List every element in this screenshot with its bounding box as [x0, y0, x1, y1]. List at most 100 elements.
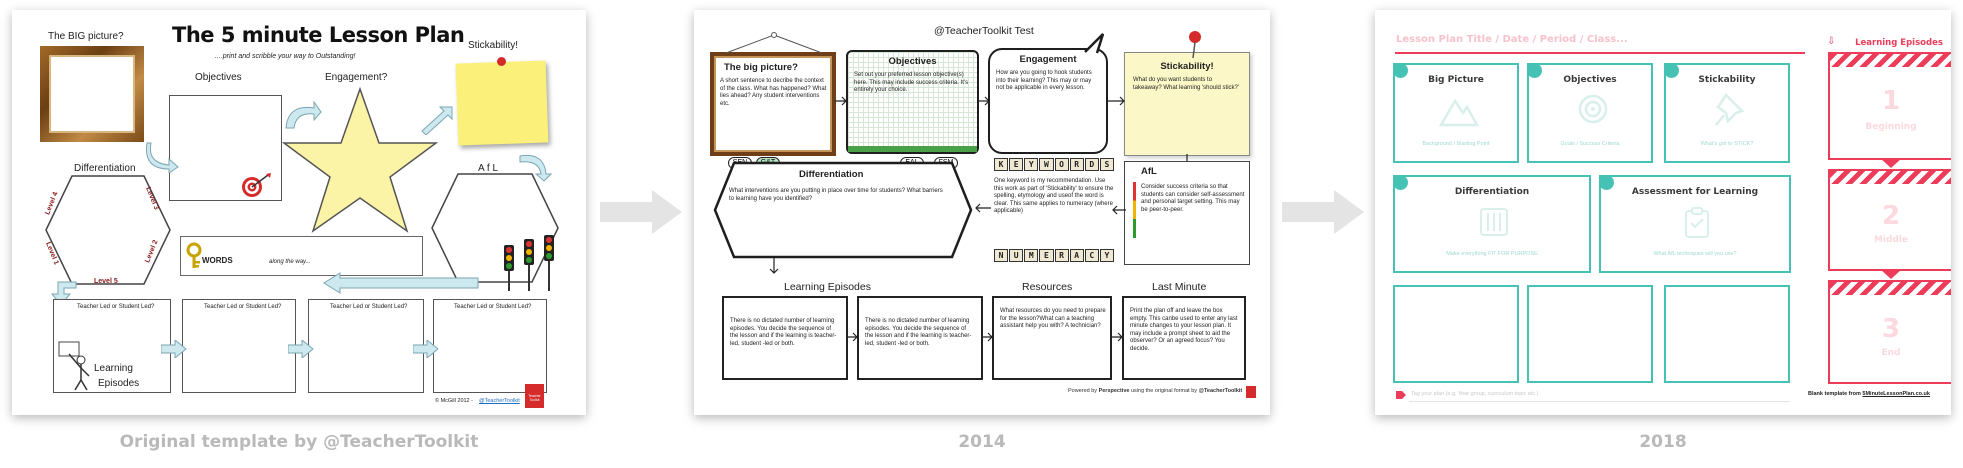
episode-label: Beginning: [1865, 122, 1917, 132]
card-title: Big Picture: [1428, 75, 1484, 85]
last-minute-text: Print the plan off and leave the box emp…: [1130, 308, 1238, 352]
flow-arrow-icon: [769, 258, 779, 274]
engagement-box[interactable]: Engagement How are you going to hook stu…: [988, 48, 1108, 154]
letter-tile: E: [1009, 158, 1024, 171]
objectives-card[interactable]: Objectives Goals / Success Criteria: [1527, 63, 1653, 163]
clipboard-icon: [1685, 207, 1709, 238]
teacher-toolkit-badge: [1246, 386, 1256, 398]
flow-arrow-icon: [323, 272, 479, 294]
original-template-panel[interactable]: The BIG picture? The 5 minute Lesson Pla…: [12, 10, 586, 415]
progression-arrow-icon: [600, 190, 682, 234]
footer-site[interactable]: 5MinuteLessonPlan.co.uk: [1862, 391, 1930, 397]
level-label: Level 5: [94, 278, 118, 285]
episode-box[interactable]: [182, 299, 296, 393]
down-arrow-icon: ⇩: [1827, 36, 1836, 47]
objectives-title: Objectives: [888, 56, 937, 67]
page-subtitle: ....print and scribble your way to Outst…: [215, 53, 356, 60]
blank-card[interactable]: [1664, 285, 1790, 383]
page-title: The 5 minute Lesson Plan: [172, 23, 465, 47]
pin-icon: [1715, 93, 1745, 126]
big-picture-frame: [40, 46, 144, 142]
caption-2018: 2018: [1639, 432, 1687, 452]
footer-link[interactable]: @TeacherToolkit: [479, 398, 520, 404]
striped-header: [1830, 171, 1951, 184]
letter-tile: D: [1084, 158, 1099, 171]
assessment-card[interactable]: Assessment for Learning What AfL techniq…: [1599, 175, 1791, 273]
caption-original: Original template by @TeacherToolkit: [119, 432, 479, 452]
objectives-box[interactable]: Objectives Set out your preferred lesson…: [846, 50, 979, 154]
resources-box[interactable]: What resources do you need to prepare fo…: [992, 296, 1112, 380]
episode-box[interactable]: [433, 299, 547, 393]
letter-tile: Y: [1099, 249, 1114, 262]
flow-arrow-icon: [1112, 205, 1126, 215]
objectives-text: Set out your preferred lesson objective(…: [854, 72, 969, 93]
afl-box[interactable]: AfL Consider success criteria so that st…: [1124, 161, 1250, 265]
episode-box[interactable]: There is no dictated number of learning …: [722, 296, 848, 380]
target-icon: [242, 173, 271, 197]
keywords-tiles: KEYWORDS: [994, 158, 1114, 171]
last-minute-title: Last Minute: [1152, 281, 1207, 293]
tag-field[interactable]: Tag your plan (e.g. Year group, curricul…: [1411, 391, 1538, 397]
episode-box[interactable]: [308, 299, 424, 393]
card-title: Assessment for Learning: [1631, 187, 1759, 197]
letter-tile: O: [1054, 158, 1069, 171]
lesson-title-field[interactable]: Lesson Plan Title / Date / Period / Clas…: [1396, 34, 1628, 45]
episode-prompt: Teacher Led or Student Led?: [454, 304, 532, 310]
flow-arrow-icon: [847, 332, 858, 342]
footer-credit: Blank template from 5MinuteLessonPlan.co…: [1808, 391, 1930, 397]
striped-header: [1830, 282, 1951, 295]
learning-episodes-label: Learning: [94, 363, 133, 374]
letter-tile: E: [1039, 249, 1054, 262]
footer-copyright: © McGill 2012 -: [435, 398, 473, 404]
learning-episodes-title: Learning Episodes: [784, 281, 871, 293]
hanging-wire-icon: [725, 32, 823, 54]
card-title: Objectives: [1563, 75, 1617, 85]
letter-tile: N: [994, 249, 1009, 262]
grass-strip: [848, 146, 977, 152]
footer-mid: using the original format by: [1131, 388, 1198, 394]
sliders-icon: [1480, 208, 1508, 236]
episode-card-beginning[interactable]: 1 Beginning: [1828, 52, 1951, 160]
tag-icon: [1396, 391, 1406, 399]
differentiation-text: What interventions are you putting in pl…: [729, 188, 943, 202]
teacher-toolkit-badge: Teacher Toolkit: [525, 384, 544, 408]
episode-card-end[interactable]: 3 End: [1828, 280, 1951, 384]
flow-arrow-icon: [421, 106, 453, 135]
flow-arrow-icon: [978, 96, 990, 106]
afl-text: Consider success criteria so that studen…: [1141, 184, 1245, 213]
striped-header: [1830, 54, 1951, 67]
template-2014-panel[interactable]: @TeacherToolkit Test The big picture? A …: [694, 10, 1270, 415]
target-icon: [1578, 94, 1608, 124]
episode-text: There is no dictated number of learning …: [865, 318, 972, 347]
episode-card-middle[interactable]: 2 Middle: [1828, 169, 1951, 271]
big-picture-label: The BIG picture?: [48, 31, 124, 42]
engagement-label: Engagement?: [325, 72, 388, 83]
flow-arrow-icon: [975, 203, 991, 213]
letter-tile: Y: [1024, 158, 1039, 171]
blank-card[interactable]: [1393, 285, 1519, 383]
differentiation-title: Differentiation: [799, 169, 864, 180]
last-minute-box[interactable]: Print the plan off and leave the box emp…: [1122, 296, 1246, 380]
engagement-title: Engagement: [1019, 54, 1077, 65]
stickability-box[interactable]: Stickability! What do you want students …: [1124, 52, 1250, 156]
differentiation-card[interactable]: Differentiation Make everything FIT FOR …: [1393, 175, 1591, 273]
big-picture-card[interactable]: Big Picture Background / Starting Point: [1393, 63, 1519, 163]
letter-tile: U: [1009, 249, 1024, 262]
differentiation-hexagon[interactable]: [42, 172, 174, 288]
letter-tile: C: [1084, 249, 1099, 262]
speech-tail-icon: [1084, 33, 1105, 54]
engagement-text: How are you going to hook students into …: [996, 70, 1092, 91]
episode-label: End: [1881, 348, 1901, 358]
flow-arrow-icon: [835, 96, 847, 106]
blank-card[interactable]: [1527, 285, 1653, 383]
letter-tile: S: [1099, 158, 1114, 171]
stickability-title: Stickability!: [1160, 61, 1214, 72]
template-2018-panel[interactable]: Lesson Plan Title / Date / Period / Clas…: [1375, 10, 1951, 415]
pin-icon: [497, 57, 506, 66]
chevron-down-icon: [1880, 158, 1902, 168]
objectives-label: Objectives: [195, 72, 242, 83]
episode-box[interactable]: There is no dictated number of learning …: [857, 296, 983, 380]
big-picture-frame[interactable]: The big picture? A short sentence to dec…: [710, 52, 836, 156]
stickability-card[interactable]: Stickability What's got to STICK?: [1664, 63, 1790, 163]
stickability-label: Stickability!: [468, 40, 519, 51]
